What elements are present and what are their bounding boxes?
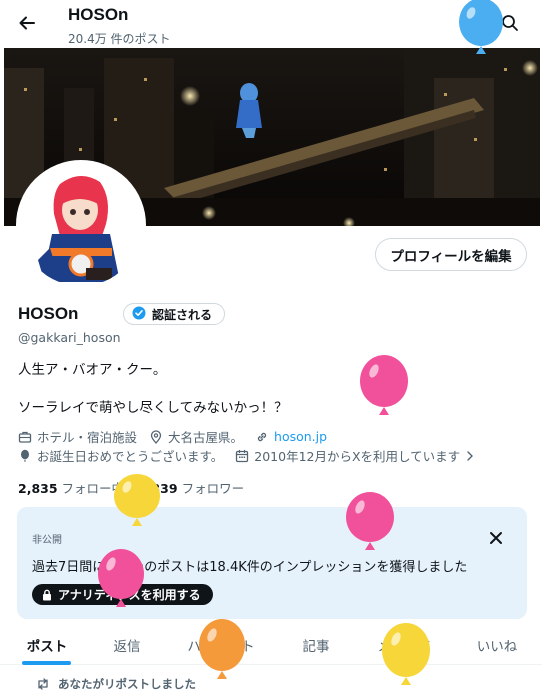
category-text: ホテル・宿泊施設: [37, 430, 138, 445]
back-arrow-icon[interactable]: [14, 10, 40, 36]
repost-notice-text: あなたがリポストしました: [58, 677, 196, 691]
page-title: HOSOn: [68, 5, 129, 24]
tab-likes[interactable]: いいね: [462, 625, 532, 665]
profile-meta-row-1: ホテル・宿泊施設 大名古屋県。 hoson.jp: [18, 427, 339, 446]
active-tab-indicator: [22, 661, 71, 665]
category-item: ホテル・宿泊施設: [18, 427, 137, 446]
joined-item[interactable]: 2010年12月からXを利用しています: [235, 446, 480, 465]
location-item: 大名古屋県。: [149, 427, 243, 446]
link-icon: [257, 432, 267, 441]
analytics-card: 非公開 過去7日間にあなたのポストは18.4K件のインプレッションを獲得しました…: [17, 507, 527, 619]
location-pin-icon: [150, 429, 162, 444]
profile-name: HOSOn: [18, 304, 79, 323]
tab-posts[interactable]: ポスト: [0, 625, 94, 665]
tab-replies[interactable]: 返信: [94, 625, 160, 665]
joined-text: 2010年12月からXを利用しています: [254, 449, 461, 464]
followers-label: フォロワー: [181, 481, 245, 496]
birthday-text: お誕生日おめでとうございます。: [37, 449, 224, 464]
calendar-icon: [236, 449, 249, 462]
verify-label: 認証される: [152, 307, 213, 322]
balloon-icon: [344, 492, 396, 556]
tab-articles[interactable]: 記事: [284, 625, 348, 665]
bio-line-2: ソーラレイで萌やし尽くしてみないかっ！？: [18, 400, 288, 416]
balloon-icon: [96, 548, 146, 614]
location-text: 大名古屋県。: [168, 430, 244, 445]
repost-notice: あなたがリポストしました: [36, 676, 196, 692]
balloon-icon: [358, 355, 410, 421]
following-count: 2,835: [18, 481, 58, 496]
balloon-icon: [112, 474, 162, 532]
verified-badge-icon: [132, 306, 146, 323]
profile-handle: @gakkari_hoson: [18, 330, 121, 345]
bio-line-1: 人生ア・バオア・クー。: [18, 362, 167, 378]
briefcase-icon: [18, 431, 32, 443]
balloon-icon: [380, 620, 432, 690]
post-count: 20.4万 件のポスト: [68, 32, 171, 46]
balloon-icon: [455, 0, 507, 62]
repost-icon: [38, 678, 48, 690]
edit-profile-button[interactable]: プロフィールを編集: [375, 238, 527, 271]
lock-icon: [43, 589, 51, 600]
balloon-icon: [197, 617, 247, 685]
balloon-icon: [21, 449, 29, 461]
website-link[interactable]: hoson.jp: [274, 429, 327, 444]
website-item[interactable]: hoson.jp: [255, 429, 327, 444]
private-label: 非公開: [32, 535, 62, 546]
profile-meta-row-2: お誕生日おめでとうございます。 2010年12月からXを利用しています: [18, 446, 492, 465]
birthday-item: お誕生日おめでとうございます。: [18, 446, 223, 465]
close-icon[interactable]: [487, 529, 505, 547]
profile-tabs: ポスト 返信 ハイライト 記事 メディア いいね: [0, 625, 542, 665]
avatar[interactable]: [16, 160, 146, 290]
chevron-right-icon: [467, 450, 474, 461]
get-verified-button[interactable]: 認証される: [123, 303, 226, 325]
following-link[interactable]: 2,835 フォロー中: [18, 481, 124, 496]
